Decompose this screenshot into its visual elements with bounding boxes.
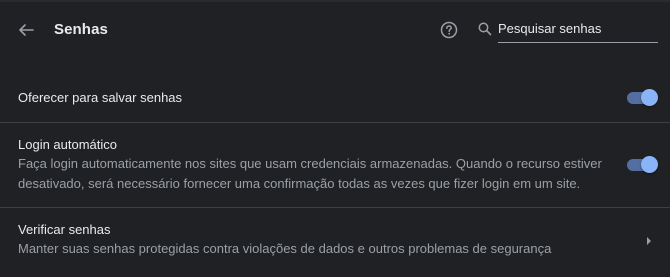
arrow-back-icon bbox=[19, 24, 34, 36]
auto-login-row[interactable]: Login automático Faça login automaticame… bbox=[0, 123, 670, 207]
help-circle-icon bbox=[440, 21, 458, 39]
check-passwords-label: Verificar senhas bbox=[18, 222, 111, 237]
search-input[interactable] bbox=[498, 17, 656, 36]
header: Senhas bbox=[0, 0, 670, 62]
auto-login-toggle[interactable] bbox=[627, 156, 659, 174]
page-title: Senhas bbox=[54, 21, 108, 38]
offer-save-label: Oferecer para salvar senhas bbox=[18, 90, 183, 105]
search-icon bbox=[478, 22, 492, 36]
toggle-knob bbox=[641, 89, 658, 106]
check-passwords-description: Manter suas senhas protegidas contra vio… bbox=[18, 241, 552, 256]
auto-login-label: Login automático bbox=[18, 137, 118, 152]
offer-save-row[interactable]: Oferecer para salvar senhas bbox=[0, 62, 670, 122]
search-field[interactable] bbox=[498, 17, 658, 43]
auto-login-description: Faça login automaticamente nos sites que… bbox=[18, 156, 602, 191]
offer-save-toggle[interactable] bbox=[627, 89, 659, 107]
back-button[interactable] bbox=[15, 19, 37, 41]
passwords-settings-page: Senhas Oferecer para salvar senhas Login… bbox=[0, 0, 670, 277]
help-button[interactable] bbox=[438, 19, 460, 41]
toggle-knob bbox=[641, 156, 658, 173]
check-passwords-row[interactable]: Verificar senhas Manter suas senhas prot… bbox=[0, 208, 670, 277]
chevron-right-icon[interactable] bbox=[644, 235, 654, 247]
